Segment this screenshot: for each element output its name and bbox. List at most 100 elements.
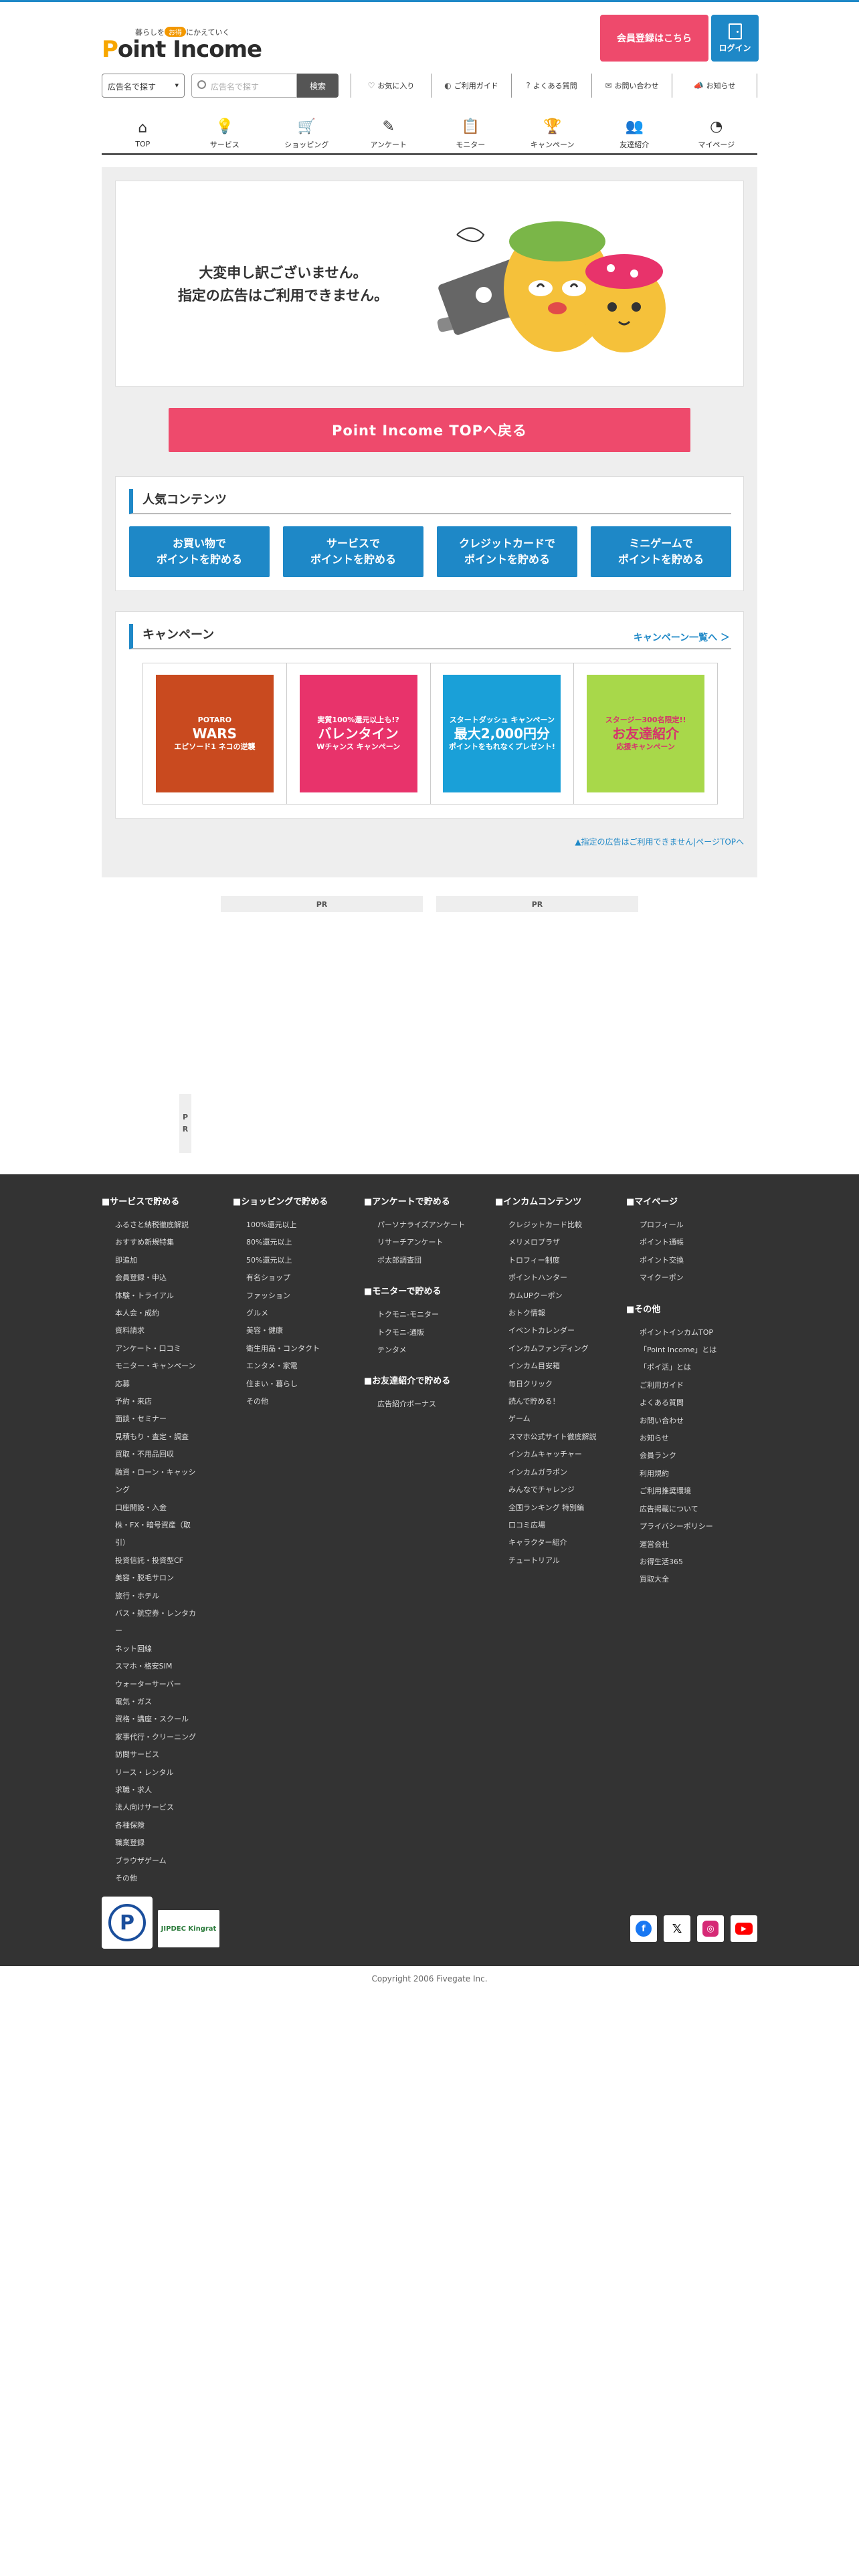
footer-link[interactable]: バス・航空券・レンタカ [115, 1605, 233, 1622]
footer-link[interactable]: カムUPクーポン [508, 1287, 626, 1305]
campaign-banner-1[interactable]: POTARO WARS エピソード1 ネコの逆襲 [143, 663, 287, 804]
footer-link[interactable]: 求職・求人 [115, 1782, 233, 1799]
register-button[interactable]: 会員登録はこちら [600, 15, 708, 62]
footer-link[interactable]: ご利用推奨環境 [640, 1483, 757, 1500]
footer-link[interactable]: ー [115, 1622, 233, 1640]
footer-link[interactable]: 広告紹介ボーナス [377, 1396, 495, 1413]
footer-link[interactable]: 口座開設・入金 [115, 1499, 233, 1517]
footer-link[interactable]: 買取大全 [640, 1571, 757, 1588]
footer-link[interactable]: プライバシーポリシー [640, 1518, 757, 1535]
footer-link[interactable]: お問い合わせ [640, 1412, 757, 1430]
footer-link[interactable]: マイクーポン [640, 1269, 757, 1287]
footer-link[interactable]: ネット回線 [115, 1640, 233, 1658]
footer-link[interactable]: キャラクター紹介 [508, 1534, 626, 1551]
footer-link[interactable]: 投資信託・投資型CF [115, 1552, 233, 1570]
footer-link[interactable]: 資料請求 [115, 1322, 233, 1339]
footer-link[interactable]: 衛生用品・コンタクト [246, 1340, 364, 1358]
footer-link[interactable]: チュートリアル [508, 1552, 626, 1570]
footer-link[interactable]: 法人向けサービス [115, 1799, 233, 1816]
search-button[interactable]: 検索 [297, 74, 339, 98]
back-to-top-button[interactable]: Point Income TOPへ戻る [169, 408, 690, 452]
footer-link[interactable]: 融資・ローン・キャッシ [115, 1464, 233, 1481]
site-logo[interactable]: 暮らしを お得 にかえていく Point Income [102, 27, 262, 74]
footer-link[interactable]: 住まい・暮らし [246, 1376, 364, 1393]
footer-link[interactable]: ゲーム [508, 1410, 626, 1428]
footer-link[interactable]: 見積もり・査定・調査 [115, 1428, 233, 1446]
footer-link[interactable]: スマホ・格安SIM [115, 1658, 233, 1675]
footer-link[interactable]: エンタメ・家電 [246, 1358, 364, 1375]
footer-link[interactable]: トクモニ-通販 [377, 1324, 495, 1341]
footer-link[interactable]: 本人会・成約 [115, 1305, 233, 1322]
footer-link[interactable]: 会員登録・申込 [115, 1269, 233, 1287]
footer-link[interactable]: お知らせ [640, 1430, 757, 1447]
youtube-link[interactable]: ▶ [731, 1915, 757, 1942]
nav-item-gauge[interactable]: ◔ マイページ [676, 114, 758, 153]
nav-item-home[interactable]: ⌂ TOP [102, 114, 184, 153]
footer-link[interactable]: 利用規約 [640, 1465, 757, 1483]
x-link[interactable]: 𝕏 [664, 1915, 690, 1942]
nav-item-cart[interactable]: 🛒 ショッピング [266, 114, 348, 153]
footer-link[interactable]: グルメ [246, 1305, 364, 1322]
popular-button-4[interactable]: ミニゲームで ポイントを貯める [591, 526, 731, 577]
utility-megaphone[interactable]: 📣 お知らせ [672, 74, 757, 98]
footer-link[interactable]: その他 [115, 1870, 233, 1887]
footer-link[interactable]: ウォーターサーバー [115, 1676, 233, 1693]
search-type-select[interactable]: 広告名で探す ▾ [102, 74, 185, 98]
footer-link[interactable]: 全国ランキング 特別編 [508, 1499, 626, 1517]
footer-link[interactable]: 有名ショップ [246, 1269, 364, 1287]
footer-link[interactable]: 面談・セミナー [115, 1410, 233, 1428]
popular-button-1[interactable]: お買い物で ポイントを貯める [129, 526, 270, 577]
popular-button-3[interactable]: クレジットカードで ポイントを貯める [437, 526, 577, 577]
footer-link[interactable]: 毎日クリック [508, 1376, 626, 1393]
footer-link[interactable]: インカム目安箱 [508, 1358, 626, 1375]
footer-link[interactable]: ブラウザゲーム [115, 1852, 233, 1870]
nav-item-friends[interactable]: 👥 友達紹介 [593, 114, 676, 153]
footer-link[interactable]: テンタメ [377, 1341, 495, 1359]
footer-link[interactable]: 100%還元以上 [246, 1216, 364, 1234]
footer-link[interactable]: 50%還元以上 [246, 1252, 364, 1269]
footer-link[interactable]: 買取・不用品回収 [115, 1446, 233, 1463]
footer-link[interactable]: リース・レンタル [115, 1764, 233, 1782]
campaign-banner-4[interactable]: スタージー300名限定!! お友達紹介 応援キャンペーン [574, 663, 717, 804]
footer-link[interactable]: 運営会社 [640, 1536, 757, 1553]
footer-link[interactable]: トロフィー制度 [508, 1252, 626, 1269]
footer-link[interactable]: 80%還元以上 [246, 1234, 364, 1251]
footer-link[interactable]: 口コミ広場 [508, 1517, 626, 1534]
footer-link[interactable]: 美容・脱毛サロン [115, 1570, 233, 1587]
footer-link[interactable]: 株・FX・暗号資産（取 [115, 1517, 233, 1534]
campaign-banner-3[interactable]: スタートダッシュ キャンペーン 最大2,000円分 ポイントをもれなくプレゼント! [431, 663, 575, 804]
footer-link[interactable]: 電気・ガス [115, 1693, 233, 1711]
footer-link[interactable]: 広告掲載について [640, 1501, 757, 1518]
footer-link[interactable]: 各種保険 [115, 1817, 233, 1834]
footer-link[interactable]: メリメロプラザ [508, 1234, 626, 1251]
footer-link[interactable]: ポイントインカムTOP [640, 1324, 757, 1341]
kingrat-badge[interactable]: JIPDEC Kingrat [158, 1910, 219, 1947]
footer-link[interactable]: ふるさと納税徹底解説 [115, 1216, 233, 1234]
footer-link[interactable]: ポイントハンター [508, 1269, 626, 1287]
footer-link[interactable]: その他 [246, 1393, 364, 1410]
footer-link[interactable]: トクモニ-モニター [377, 1306, 495, 1323]
footer-link[interactable]: ファッション [246, 1287, 364, 1305]
footer-link[interactable]: ポイント交換 [640, 1252, 757, 1269]
privacy-mark-badge[interactable]: P [102, 1897, 153, 1949]
utility-guide[interactable]: ◐ ご利用ガイド [431, 74, 511, 98]
footer-link[interactable]: アンケート・口コミ [115, 1340, 233, 1358]
footer-link[interactable]: 家事代行・クリーニング [115, 1729, 233, 1746]
footer-link[interactable]: 旅行・ホテル [115, 1588, 233, 1605]
footer-link[interactable]: 予約・来店 [115, 1393, 233, 1410]
footer-link[interactable]: お得生活365 [640, 1553, 757, 1571]
footer-link[interactable]: プロフィール [640, 1216, 757, 1234]
footer-link[interactable]: みんなでチャレンジ [508, 1481, 626, 1499]
nav-item-trophy[interactable]: 🏆 キャンペーン [512, 114, 594, 153]
footer-link[interactable]: 会員ランク [640, 1447, 757, 1465]
footer-link[interactable]: クレジットカード比較 [508, 1216, 626, 1234]
footer-link[interactable]: インカムガラポン [508, 1464, 626, 1481]
footer-link[interactable]: モニター・キャンペーン [115, 1358, 233, 1375]
footer-link[interactable]: イベントカレンダー [508, 1322, 626, 1339]
footer-link[interactable]: 読んで貯める！ [508, 1393, 626, 1410]
footer-link[interactable]: スマホ公式サイト徹底解説 [508, 1428, 626, 1446]
utility-question[interactable]: ? よくある質問 [511, 74, 591, 98]
footer-link[interactable]: よくある質問 [640, 1394, 757, 1412]
footer-link[interactable]: 美容・健康 [246, 1322, 364, 1339]
footer-link[interactable]: おすすめ新規特集 [115, 1234, 233, 1251]
